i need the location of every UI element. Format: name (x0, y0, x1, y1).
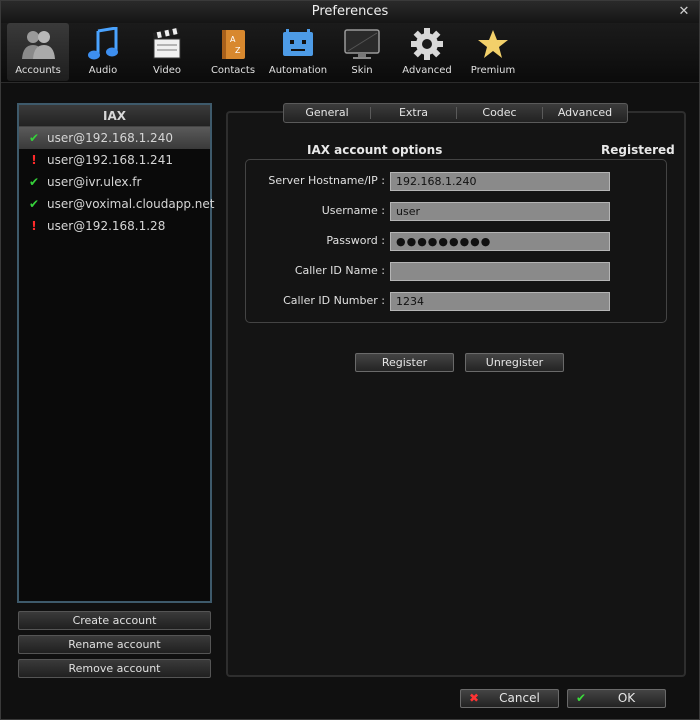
registration-status: Registered (601, 143, 675, 157)
toolbar-label: Premium (470, 65, 516, 76)
tab-general[interactable]: General (284, 104, 370, 122)
username-label: Username : (321, 204, 385, 217)
create-account-button[interactable]: Create account (18, 611, 211, 630)
ok-check-icon: ✔ (575, 691, 587, 705)
music-note-icon (88, 27, 118, 60)
title-bar: Preferences ✕ (1, 1, 699, 23)
rename-account-button[interactable]: Rename account (18, 635, 211, 654)
svg-text:Z: Z (235, 46, 241, 55)
toolbar-label: Video (152, 65, 182, 76)
toolbar-label: Advanced (402, 65, 452, 76)
window-title: Preferences (311, 4, 389, 19)
account-row[interactable]: ✔ user@ivr.ulex.fr (19, 171, 210, 193)
toolbar-item-video[interactable]: Video (137, 23, 197, 81)
ok-button[interactable]: ✔ OK (567, 689, 666, 708)
toolbar-label: Accounts (15, 65, 61, 76)
tab-codec[interactable]: Codec (457, 104, 542, 122)
server-hostname-input[interactable] (390, 172, 610, 191)
address-book-icon: A Z (222, 30, 245, 59)
close-icon[interactable]: ✕ (677, 5, 691, 19)
svg-text:A: A (230, 35, 236, 44)
toolbar-item-skin[interactable]: Skin (333, 23, 391, 81)
account-row[interactable]: ✔ user@voximal.cloudapp.net (19, 193, 215, 215)
cancel-button[interactable]: ✖ Cancel (460, 689, 559, 708)
registered-check-icon: ✔ (28, 175, 40, 189)
caller-id-number-input[interactable] (390, 292, 610, 311)
preferences-window: Preferences ✕ Accounts Audio Video A Z C… (0, 0, 700, 720)
registered-check-icon: ✔ (28, 197, 40, 211)
remove-account-button[interactable]: Remove account (18, 659, 211, 678)
cancel-x-icon: ✖ (468, 691, 480, 705)
username-input[interactable] (390, 202, 610, 221)
toolbar: Accounts Audio Video A Z Contacts Automa… (1, 23, 699, 83)
server-hostname-label: Server Hostname/IP : (268, 174, 385, 187)
unregister-button[interactable]: Unregister (465, 353, 564, 372)
ok-label: OK (617, 691, 636, 705)
password-label: Password : (326, 234, 385, 247)
toolbar-item-contacts[interactable]: A Z Contacts (201, 23, 265, 81)
toolbar-item-automation[interactable]: Automation (267, 23, 329, 81)
account-list[interactable]: IAX ✔ user@192.168.1.240 ! user@192.168.… (17, 103, 215, 603)
gear-icon (411, 28, 443, 60)
tab-extra[interactable]: Extra (371, 104, 456, 122)
account-label: user@192.168.1.240 (47, 131, 173, 145)
toolbar-label: Skin (351, 65, 373, 76)
caller-id-name-label: Caller ID Name : (294, 264, 385, 277)
toolbar-item-advanced[interactable]: Advanced (397, 23, 457, 81)
account-row[interactable]: ✔ user@192.168.1.240 (19, 127, 210, 149)
caller-id-number-label: Caller ID Number : (283, 294, 385, 307)
registered-check-icon: ✔ (28, 131, 40, 145)
toolbar-label: Audio (88, 65, 118, 76)
account-list-header: IAX (19, 105, 210, 127)
caller-id-name-input[interactable] (390, 262, 610, 281)
robot-icon (283, 29, 313, 56)
password-input[interactable]: ●●●●●●●●● (390, 232, 610, 251)
options-title: IAX account options (307, 143, 443, 157)
toolbar-item-accounts[interactable]: Accounts (7, 23, 69, 81)
star-icon (478, 30, 508, 58)
accounts-icon (22, 31, 55, 59)
cancel-label: Cancel (499, 691, 540, 705)
toolbar-item-audio[interactable]: Audio (73, 23, 133, 81)
error-exclamation-icon: ! (31, 153, 37, 167)
clapperboard-icon (152, 27, 181, 59)
account-label: user@ivr.ulex.fr (47, 175, 142, 189)
account-row[interactable]: ! user@192.168.1.241 (19, 149, 210, 171)
toolbar-label: Automation (268, 65, 328, 76)
register-button[interactable]: Register (355, 353, 454, 372)
error-exclamation-icon: ! (31, 219, 37, 233)
account-label: user@192.168.1.28 (47, 219, 166, 233)
toolbar-item-premium[interactable]: Premium (463, 23, 523, 81)
account-label: user@192.168.1.241 (47, 153, 173, 167)
account-row[interactable]: ! user@192.168.1.28 (19, 215, 210, 237)
tab-bar: General Extra Codec Advanced (283, 103, 628, 123)
monitor-icon (344, 29, 380, 59)
toolbar-label: Contacts (210, 65, 256, 76)
tab-advanced[interactable]: Advanced (543, 104, 627, 122)
